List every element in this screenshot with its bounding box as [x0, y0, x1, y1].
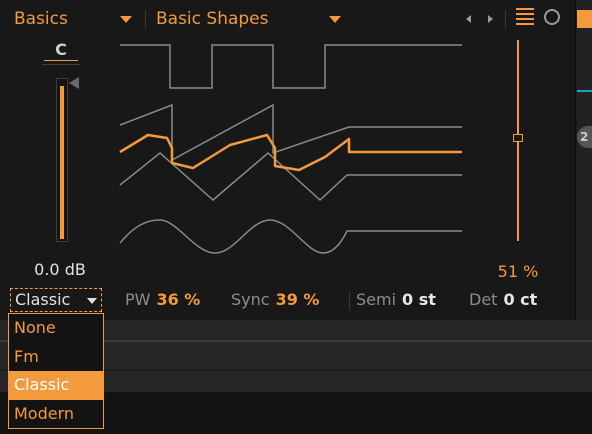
mix-value[interactable]: 51 %: [490, 262, 546, 281]
volume-slider[interactable]: [56, 78, 68, 242]
oscillator-device-panel: Basics Basic Shapes C 0.0 dB Classic 51 …: [0, 0, 576, 321]
param-divider: [349, 292, 350, 310]
dropdown-option-none[interactable]: None: [9, 314, 103, 343]
preset-dropdown-icon[interactable]: [329, 16, 341, 23]
sync-value[interactable]: 39 %: [276, 290, 320, 309]
next-preset-icon[interactable]: [488, 15, 493, 23]
adjacent-panel-header: [577, 10, 592, 28]
header-divider: [145, 10, 146, 28]
oscillator-mode-value: Classic: [15, 290, 71, 309]
sync-param[interactable]: Sync 39 %: [231, 290, 319, 309]
mix-slider-handle[interactable]: [513, 134, 523, 143]
sine-wave-trace: [119, 219, 462, 254]
dropdown-option-modern[interactable]: Modern: [9, 400, 103, 429]
key-label[interactable]: C: [52, 40, 70, 59]
previous-preset-icon[interactable]: [466, 15, 471, 23]
key-underline: [44, 60, 78, 61]
semi-value[interactable]: 0 st: [402, 290, 436, 309]
category-selector-label[interactable]: Basics: [14, 8, 68, 30]
pw-label: PW: [125, 290, 151, 309]
menu-icon[interactable]: [516, 8, 534, 28]
volume-peak-marker-icon: [69, 77, 79, 89]
category-dropdown-icon[interactable]: [120, 16, 132, 23]
pulse-wave-trace: [120, 44, 462, 89]
volume-value[interactable]: 0.0 dB: [20, 260, 100, 279]
adjacent-panel-strip: 2: [577, 0, 592, 320]
pw-value[interactable]: 36 %: [156, 290, 200, 309]
header-divider-2: [505, 10, 506, 28]
key-underline-track: [42, 64, 80, 65]
dropdown-option-fm[interactable]: Fm: [9, 343, 103, 372]
chevron-down-icon: [87, 298, 97, 304]
det-label: Det: [469, 290, 498, 309]
det-value[interactable]: 0 ct: [503, 290, 537, 309]
adjacent-panel-cyan-line: [577, 90, 592, 92]
volume-slider-fill: [60, 85, 64, 239]
semi-label: Semi: [356, 290, 397, 309]
det-param[interactable]: Det 0 ct: [469, 290, 537, 309]
waveform-display: [119, 44, 462, 254]
adjacent-panel-badge[interactable]: 2: [577, 126, 592, 148]
oscillator-mode-select[interactable]: Classic: [10, 288, 102, 312]
preset-selector-label[interactable]: Basic Shapes: [156, 8, 269, 30]
semi-param[interactable]: Semi 0 st: [356, 290, 436, 309]
device-toggle-icon[interactable]: [544, 9, 560, 25]
sync-label: Sync: [231, 290, 270, 309]
dropdown-option-classic[interactable]: Classic: [9, 371, 103, 400]
oscillator-mode-dropdown[interactable]: None Fm Classic Modern: [8, 313, 104, 429]
pw-param[interactable]: PW 36 %: [125, 290, 200, 309]
